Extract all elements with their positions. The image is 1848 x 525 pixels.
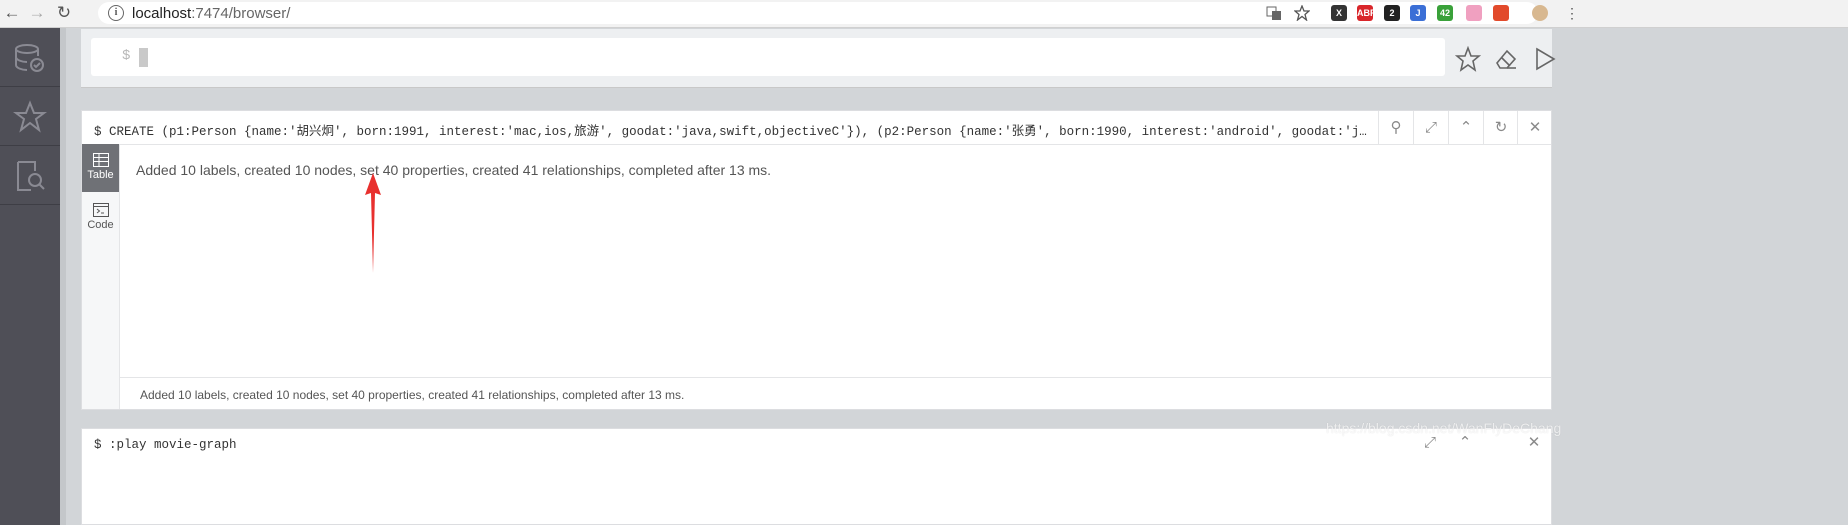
sidebar-item-database[interactable] xyxy=(0,28,60,87)
profile-avatar[interactable] xyxy=(1532,5,1548,21)
translate-icon[interactable] xyxy=(1266,5,1282,21)
back-icon[interactable]: ← xyxy=(2,3,22,23)
cypher-editor[interactable]: $ xyxy=(91,38,1445,76)
status-message: Added 10 labels, created 10 nodes, set 4… xyxy=(140,388,685,402)
editor-caret xyxy=(139,48,148,67)
x-extension[interactable]: X xyxy=(1331,5,1347,21)
sidebar-item-documents[interactable] xyxy=(0,146,60,205)
watermark-text: https://blog.csdn.net/WanFlyDeChang xyxy=(1326,420,1562,436)
run-play-icon[interactable] xyxy=(1532,46,1558,72)
annotation-arrow xyxy=(365,173,381,273)
neo4j-sidebar xyxy=(0,28,60,525)
tab-table[interactable]: Table xyxy=(82,144,119,192)
pink-extension[interactable] xyxy=(1466,5,1482,21)
tab-code[interactable]: Code xyxy=(82,194,119,242)
database-icon xyxy=(15,44,44,72)
frame-status-bar: Added 10 labels, created 10 nodes, set 4… xyxy=(120,377,1551,410)
browser-toolbar: ← → ↻ i localhost:7474/browser/ X ABP 2 J 42… xyxy=(0,0,1848,28)
wechat-extension[interactable]: 42 xyxy=(1437,5,1453,21)
address-bar[interactable]: i localhost:7474/browser/ xyxy=(98,2,1538,24)
favorite-star-icon[interactable] xyxy=(1455,46,1481,72)
result-message: Added 10 labels, created 10 nodes, set 4… xyxy=(136,162,772,178)
editor-prompt: $ xyxy=(122,48,131,64)
badge-extension[interactable]: 2 xyxy=(1384,5,1400,21)
menu-icon[interactable]: ⋮ xyxy=(1562,3,1582,23)
collapse-icon[interactable]: ⌃ xyxy=(1448,111,1483,144)
frame-command[interactable]: $ CREATE (p1:Person {name:'胡兴炯', born:19… xyxy=(94,120,1374,139)
frame2-command[interactable]: $ :play movie-graph xyxy=(94,438,237,452)
search-document-icon xyxy=(17,161,45,191)
weibo-extension[interactable] xyxy=(1493,5,1509,21)
bookmark-star-icon[interactable] xyxy=(1294,5,1310,21)
table-icon xyxy=(92,153,109,167)
code-terminal-icon xyxy=(92,203,109,217)
eraser-icon[interactable] xyxy=(1493,46,1519,72)
reload-icon[interactable]: ↻ xyxy=(54,3,74,23)
forward-icon[interactable]: → xyxy=(27,3,47,23)
result-frame: $ CREATE (p1:Person {name:'胡兴炯', born:19… xyxy=(81,110,1552,410)
site-info-icon[interactable]: i xyxy=(108,5,124,21)
url-text: localhost:7474/browser/ xyxy=(132,5,291,22)
blue-extension[interactable]: J xyxy=(1410,5,1426,21)
star-icon xyxy=(13,100,47,133)
fullscreen-icon[interactable]: ⤢ xyxy=(1413,111,1448,144)
rerun-icon[interactable]: ↻ xyxy=(1483,111,1518,144)
second-result-frame: $ :play movie-graph ⤢ ⌃ ✕ xyxy=(81,428,1552,525)
sidebar-divider xyxy=(60,28,66,525)
abp-extension[interactable]: ABP xyxy=(1357,5,1376,21)
frame-header: $ CREATE (p1:Person {name:'胡兴炯', born:19… xyxy=(82,111,1551,145)
close-icon[interactable]: ✕ xyxy=(1517,111,1552,144)
frame-view-tabs: Table Code xyxy=(82,144,120,409)
sidebar-item-favorites[interactable] xyxy=(0,87,60,146)
pin-icon[interactable]: ⚲ xyxy=(1378,111,1413,144)
tab-table-label: Table xyxy=(87,169,114,181)
tab-code-label: Code xyxy=(87,219,114,231)
